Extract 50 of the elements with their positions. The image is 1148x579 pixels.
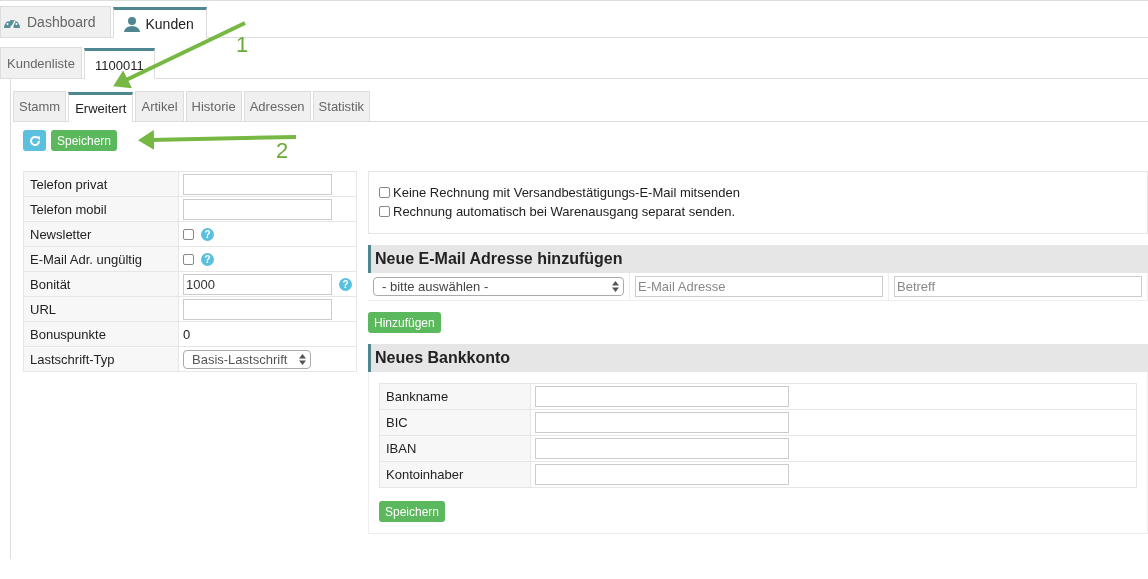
section-heading: Neue E-Mail Adresse hinzufügen — [368, 245, 1148, 273]
subject-input[interactable]: Betreff — [894, 276, 1142, 297]
field-label: Bankname — [379, 383, 531, 410]
section-tab[interactable]: Adressen — [243, 91, 311, 121]
user-icon — [123, 16, 140, 32]
text-input[interactable] — [535, 412, 789, 433]
section-tab[interactable]: Historie — [185, 91, 242, 121]
main-tab[interactable]: Kunden — [112, 7, 207, 38]
section-tab[interactable]: Erweitert — [68, 92, 134, 122]
text-input[interactable] — [183, 298, 332, 320]
field-value: 0 — [183, 326, 191, 342]
checkbox[interactable] — [379, 206, 390, 217]
field-label: Telefon mobil — [23, 196, 179, 222]
type-select[interactable]: - bitte auswählen - — [373, 277, 624, 296]
checkbox[interactable] — [183, 228, 194, 240]
section-heading: Neues Bankkonto — [368, 344, 1148, 372]
text-input[interactable] — [535, 386, 789, 407]
field-label: Lastschrift-Typ — [23, 346, 179, 372]
checkbox[interactable] — [379, 187, 390, 198]
text-input[interactable] — [535, 464, 789, 485]
updown-icon — [299, 353, 306, 365]
field-label: E-Mail Adr. ungültig — [23, 246, 179, 272]
section-tab[interactable]: Artikel — [135, 91, 184, 121]
refresh-icon — [28, 134, 41, 147]
field-label: Telefon privat — [23, 171, 179, 197]
field-label: URL — [23, 296, 179, 322]
field-label: IBAN — [379, 435, 531, 462]
option-label: Keine Rechnung mit Versandbestätigungs-E-Mail mitsenden — [393, 185, 740, 200]
annotation-number: 1 — [236, 32, 249, 58]
field-label: Bonuspunkte — [23, 321, 179, 347]
text-input[interactable] — [535, 438, 789, 459]
select-field[interactable]: Basis-Lastschrift — [183, 349, 311, 369]
record-tab[interactable]: 1100011 — [83, 48, 155, 79]
main-tab[interactable]: Dashboard — [0, 6, 111, 37]
option-label: Rechnung automatisch bei Warenausgang separat senden. — [393, 204, 736, 219]
text-input[interactable] — [183, 198, 332, 220]
text-input[interactable]: 1000 — [183, 273, 332, 295]
section-tab[interactable]: Stamm — [13, 91, 67, 121]
record-tab[interactable]: Kundenliste — [0, 47, 82, 78]
section-tab[interactable]: Statistik — [312, 91, 371, 121]
updown-icon — [612, 281, 619, 292]
text-input[interactable] — [183, 173, 332, 195]
field-label: BIC — [379, 409, 531, 436]
field-label: Kontoinhaber — [379, 461, 531, 488]
field-label: Bonität — [23, 271, 179, 297]
email-input[interactable]: E-Mail Adresse — [635, 276, 883, 297]
annotation-number: 2 — [276, 138, 289, 164]
refresh-button[interactable] — [23, 130, 46, 151]
field-label: Newsletter — [23, 221, 179, 247]
checkbox[interactable] — [183, 253, 194, 265]
